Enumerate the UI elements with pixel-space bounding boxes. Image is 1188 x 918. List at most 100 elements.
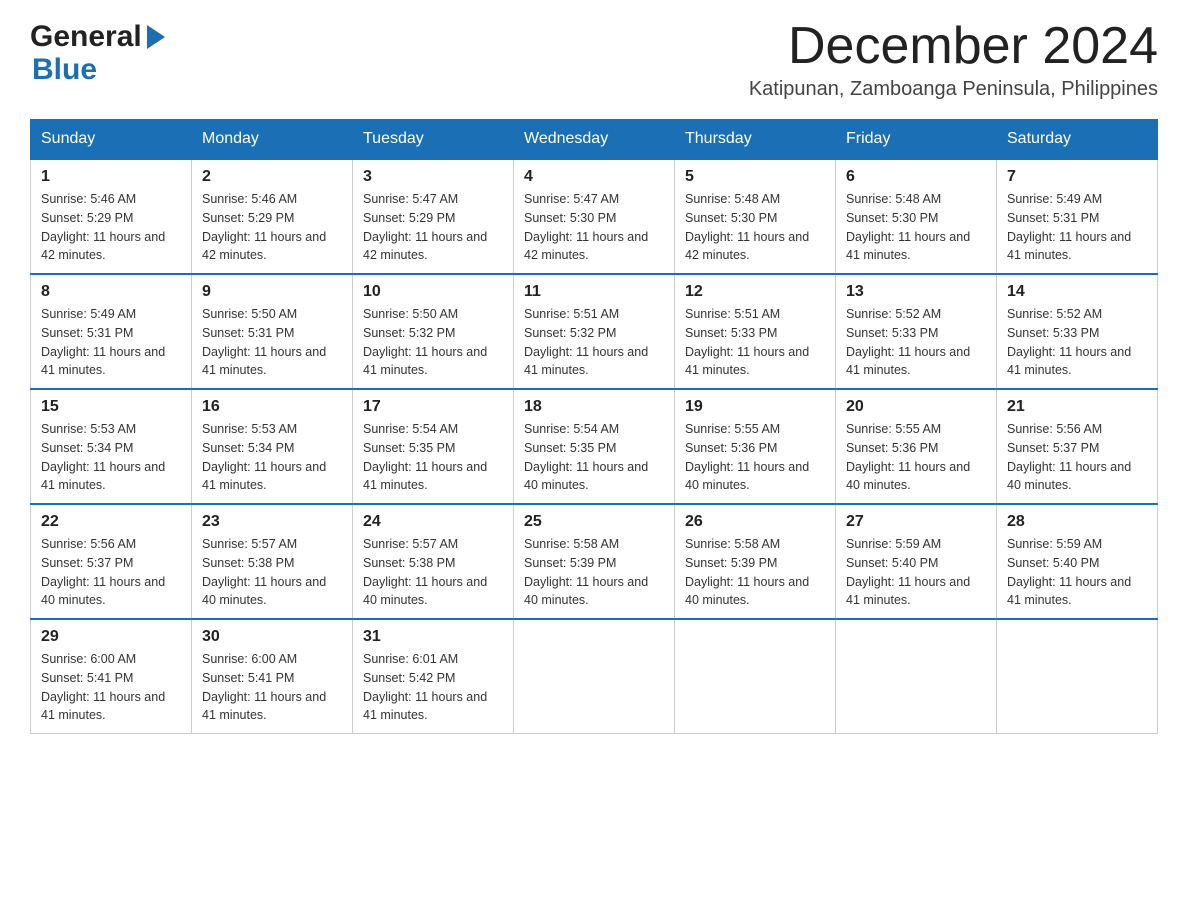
calendar-cell xyxy=(997,619,1158,734)
sunrise-label: Sunrise: 5:48 AM xyxy=(846,192,941,206)
day-number: 21 xyxy=(1007,398,1147,416)
daylight-label: Daylight: 11 hours and 41 minutes. xyxy=(846,345,970,378)
day-number: 27 xyxy=(846,513,986,531)
calendar-cell: 18 Sunrise: 5:54 AM Sunset: 5:35 PM Dayl… xyxy=(514,389,675,504)
calendar-cell: 23 Sunrise: 5:57 AM Sunset: 5:38 PM Dayl… xyxy=(192,504,353,619)
day-info: Sunrise: 5:55 AM Sunset: 5:36 PM Dayligh… xyxy=(846,420,986,495)
sunset-label: Sunset: 5:31 PM xyxy=(41,326,133,340)
sunrise-label: Sunrise: 5:48 AM xyxy=(685,192,780,206)
sunset-label: Sunset: 5:29 PM xyxy=(41,211,133,225)
day-number: 16 xyxy=(202,398,342,416)
sunrise-label: Sunrise: 5:50 AM xyxy=(363,307,458,321)
calendar-cell: 17 Sunrise: 5:54 AM Sunset: 5:35 PM Dayl… xyxy=(353,389,514,504)
sunrise-label: Sunrise: 5:51 AM xyxy=(685,307,780,321)
sunset-label: Sunset: 5:33 PM xyxy=(685,326,777,340)
sunrise-label: Sunrise: 5:46 AM xyxy=(202,192,297,206)
sunset-label: Sunset: 5:29 PM xyxy=(202,211,294,225)
day-info: Sunrise: 5:48 AM Sunset: 5:30 PM Dayligh… xyxy=(685,190,825,265)
sunrise-label: Sunrise: 5:55 AM xyxy=(846,422,941,436)
daylight-label: Daylight: 11 hours and 41 minutes. xyxy=(41,460,165,493)
calendar-cell: 22 Sunrise: 5:56 AM Sunset: 5:37 PM Dayl… xyxy=(31,504,192,619)
day-number: 19 xyxy=(685,398,825,416)
location-title: Katipunan, Zamboanga Peninsula, Philippi… xyxy=(749,78,1158,101)
sunrise-label: Sunrise: 5:47 AM xyxy=(363,192,458,206)
weekday-header-thursday: Thursday xyxy=(675,120,836,160)
calendar-cell: 8 Sunrise: 5:49 AM Sunset: 5:31 PM Dayli… xyxy=(31,274,192,389)
day-number: 13 xyxy=(846,283,986,301)
day-info: Sunrise: 5:56 AM Sunset: 5:37 PM Dayligh… xyxy=(41,535,181,610)
day-info: Sunrise: 5:54 AM Sunset: 5:35 PM Dayligh… xyxy=(524,420,664,495)
day-info: Sunrise: 5:57 AM Sunset: 5:38 PM Dayligh… xyxy=(363,535,503,610)
sunset-label: Sunset: 5:32 PM xyxy=(524,326,616,340)
weekday-header-friday: Friday xyxy=(836,120,997,160)
daylight-label: Daylight: 11 hours and 40 minutes. xyxy=(685,575,809,608)
day-info: Sunrise: 5:46 AM Sunset: 5:29 PM Dayligh… xyxy=(41,190,181,265)
calendar-cell xyxy=(836,619,997,734)
calendar-table: SundayMondayTuesdayWednesdayThursdayFrid… xyxy=(30,119,1158,734)
daylight-label: Daylight: 11 hours and 41 minutes. xyxy=(363,345,487,378)
sunset-label: Sunset: 5:41 PM xyxy=(41,671,133,685)
calendar-cell: 28 Sunrise: 5:59 AM Sunset: 5:40 PM Dayl… xyxy=(997,504,1158,619)
day-info: Sunrise: 5:47 AM Sunset: 5:30 PM Dayligh… xyxy=(524,190,664,265)
logo-general-text: General xyxy=(30,20,142,53)
day-number: 25 xyxy=(524,513,664,531)
daylight-label: Daylight: 11 hours and 40 minutes. xyxy=(685,460,809,493)
sunrise-label: Sunrise: 5:50 AM xyxy=(202,307,297,321)
calendar-cell: 12 Sunrise: 5:51 AM Sunset: 5:33 PM Dayl… xyxy=(675,274,836,389)
sunrise-label: Sunrise: 5:58 AM xyxy=(685,537,780,551)
day-info: Sunrise: 5:48 AM Sunset: 5:30 PM Dayligh… xyxy=(846,190,986,265)
daylight-label: Daylight: 11 hours and 41 minutes. xyxy=(363,460,487,493)
sunset-label: Sunset: 5:35 PM xyxy=(363,441,455,455)
calendar-cell: 16 Sunrise: 5:53 AM Sunset: 5:34 PM Dayl… xyxy=(192,389,353,504)
sunset-label: Sunset: 5:38 PM xyxy=(202,556,294,570)
sunset-label: Sunset: 5:33 PM xyxy=(846,326,938,340)
sunrise-label: Sunrise: 6:00 AM xyxy=(202,652,297,666)
sunrise-label: Sunrise: 5:47 AM xyxy=(524,192,619,206)
daylight-label: Daylight: 11 hours and 42 minutes. xyxy=(524,230,648,263)
month-title: December 2024 xyxy=(749,20,1158,72)
day-number: 17 xyxy=(363,398,503,416)
sunset-label: Sunset: 5:38 PM xyxy=(363,556,455,570)
weekday-header-wednesday: Wednesday xyxy=(514,120,675,160)
day-number: 3 xyxy=(363,168,503,186)
sunset-label: Sunset: 5:30 PM xyxy=(524,211,616,225)
daylight-label: Daylight: 11 hours and 40 minutes. xyxy=(1007,460,1131,493)
daylight-label: Daylight: 11 hours and 40 minutes. xyxy=(846,460,970,493)
week-row-4: 22 Sunrise: 5:56 AM Sunset: 5:37 PM Dayl… xyxy=(31,504,1158,619)
daylight-label: Daylight: 11 hours and 42 minutes. xyxy=(41,230,165,263)
sunset-label: Sunset: 5:29 PM xyxy=(363,211,455,225)
day-number: 5 xyxy=(685,168,825,186)
day-info: Sunrise: 5:57 AM Sunset: 5:38 PM Dayligh… xyxy=(202,535,342,610)
day-number: 1 xyxy=(41,168,181,186)
day-info: Sunrise: 5:54 AM Sunset: 5:35 PM Dayligh… xyxy=(363,420,503,495)
day-info: Sunrise: 6:00 AM Sunset: 5:41 PM Dayligh… xyxy=(41,650,181,725)
day-number: 8 xyxy=(41,283,181,301)
day-info: Sunrise: 5:55 AM Sunset: 5:36 PM Dayligh… xyxy=(685,420,825,495)
day-number: 9 xyxy=(202,283,342,301)
logo-blue-text: Blue xyxy=(30,53,168,86)
sunset-label: Sunset: 5:31 PM xyxy=(202,326,294,340)
sunrise-label: Sunrise: 5:52 AM xyxy=(846,307,941,321)
calendar-cell: 10 Sunrise: 5:50 AM Sunset: 5:32 PM Dayl… xyxy=(353,274,514,389)
week-row-5: 29 Sunrise: 6:00 AM Sunset: 5:41 PM Dayl… xyxy=(31,619,1158,734)
sunrise-label: Sunrise: 6:00 AM xyxy=(41,652,136,666)
calendar-cell xyxy=(675,619,836,734)
sunset-label: Sunset: 5:31 PM xyxy=(1007,211,1099,225)
day-number: 30 xyxy=(202,628,342,646)
logo: General Blue xyxy=(30,20,168,86)
sunset-label: Sunset: 5:33 PM xyxy=(1007,326,1099,340)
sunrise-label: Sunrise: 5:46 AM xyxy=(41,192,136,206)
day-info: Sunrise: 5:50 AM Sunset: 5:32 PM Dayligh… xyxy=(363,305,503,380)
day-number: 4 xyxy=(524,168,664,186)
day-info: Sunrise: 5:58 AM Sunset: 5:39 PM Dayligh… xyxy=(685,535,825,610)
daylight-label: Daylight: 11 hours and 41 minutes. xyxy=(363,690,487,723)
week-row-1: 1 Sunrise: 5:46 AM Sunset: 5:29 PM Dayli… xyxy=(31,159,1158,274)
daylight-label: Daylight: 11 hours and 41 minutes. xyxy=(524,345,648,378)
day-number: 12 xyxy=(685,283,825,301)
daylight-label: Daylight: 11 hours and 40 minutes. xyxy=(202,575,326,608)
daylight-label: Daylight: 11 hours and 41 minutes. xyxy=(41,345,165,378)
sunset-label: Sunset: 5:34 PM xyxy=(41,441,133,455)
sunset-label: Sunset: 5:39 PM xyxy=(685,556,777,570)
day-info: Sunrise: 5:49 AM Sunset: 5:31 PM Dayligh… xyxy=(41,305,181,380)
day-number: 2 xyxy=(202,168,342,186)
